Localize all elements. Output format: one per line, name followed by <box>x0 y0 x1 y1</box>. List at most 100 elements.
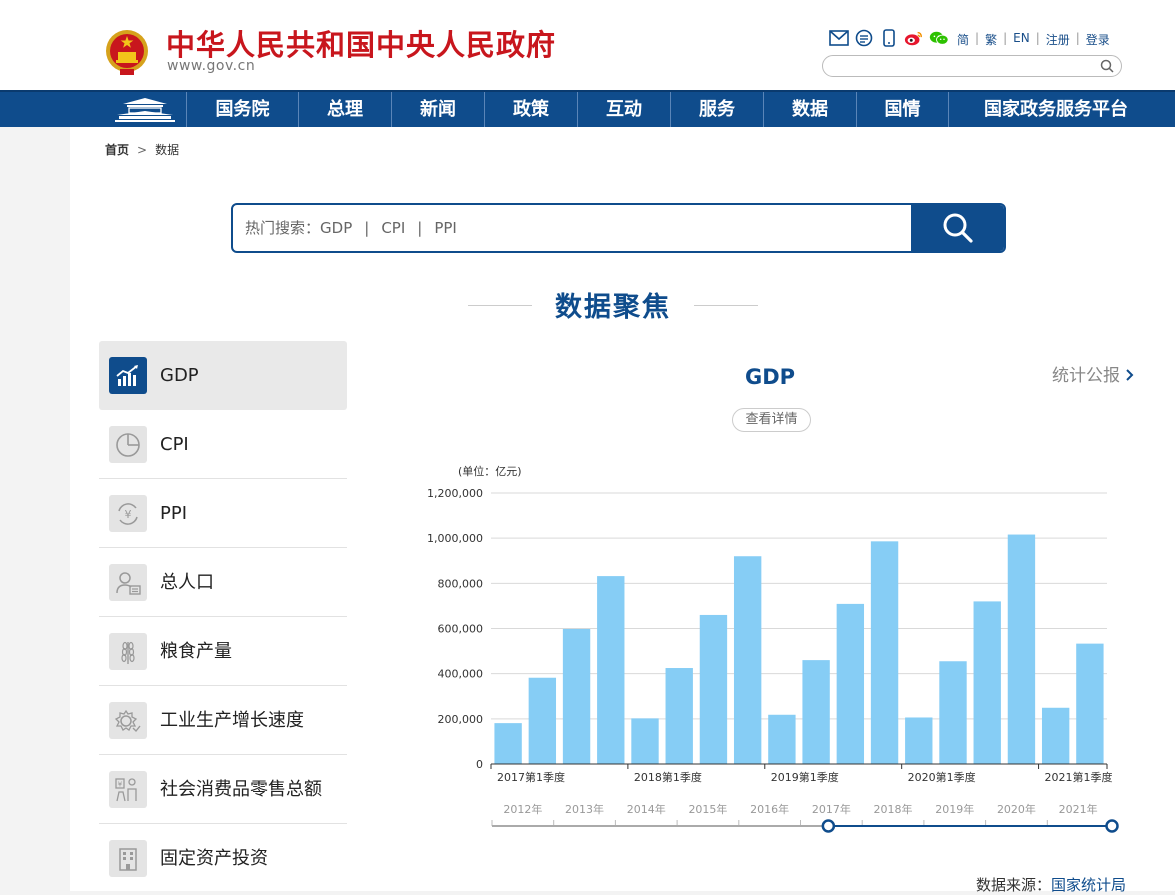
wechat-icon[interactable] <box>929 28 949 48</box>
pie-chart-icon <box>109 426 147 463</box>
bar[interactable] <box>528 677 557 764</box>
y-tick-label: 600,000 <box>438 623 484 636</box>
stats-link-label: 统计公报 <box>1052 366 1120 386</box>
x-axis: 2017第1季度 2018第1季度 2019第1季度 2020第1季度 2021第1季度 <box>490 763 1113 784</box>
search-icon[interactable] <box>1099 58 1115 74</box>
tiananmen-icon <box>115 97 175 122</box>
y-tick-label: 0 <box>476 758 483 771</box>
language-links: 简 | 繁 | EN | 注册 | 登录 <box>957 31 1110 48</box>
register-link[interactable]: 注册 <box>1046 31 1070 48</box>
slider-year-label: 2019年 <box>935 802 974 816</box>
slider-year-label: 2020年 <box>997 802 1036 816</box>
building-icon <box>109 840 147 877</box>
yuan-cycle-icon: ¥ <box>109 495 147 532</box>
menu-item-ppi[interactable]: ¥ PPI <box>99 479 347 548</box>
gdp-bar-chart: (单位：亿元) 0 200,000 400,000 600,000 800,000 1,0… <box>427 464 1119 833</box>
menu-item-label: GDP <box>160 365 199 386</box>
menu-item-label: CPI <box>160 434 189 455</box>
breadcrumb: 首页 > 数据 <box>105 141 179 158</box>
hot-keyword-gdp[interactable]: GDP <box>320 219 352 237</box>
slider-start-handle[interactable] <box>821 819 836 833</box>
bar[interactable] <box>836 603 865 764</box>
traditional-link[interactable]: 繁 <box>985 31 997 48</box>
menu-item-label: 粮食产量 <box>160 641 232 662</box>
statistical-bulletin-link[interactable]: 统计公报 <box>1052 361 1134 386</box>
nav-item-gov-service-platform[interactable]: 国家政务服务平台 <box>949 92 1163 127</box>
simplified-link[interactable]: 简 <box>957 31 969 48</box>
bar[interactable] <box>870 541 899 764</box>
slider-year-label: 2018年 <box>874 802 913 816</box>
menu-item-population[interactable]: 总人口 <box>99 548 347 617</box>
chart-unit-label: (单位：亿元) <box>458 464 522 478</box>
bar[interactable] <box>802 660 830 764</box>
menu-item-fixed-asset-investment[interactable]: 固定资产投资 <box>99 824 347 893</box>
menu-item-industrial-growth[interactable]: 工业生产增长速度 <box>99 686 347 755</box>
national-emblem-icon <box>106 30 148 75</box>
english-link[interactable]: EN <box>1013 31 1030 48</box>
slider-year-label: 2013年 <box>565 802 604 816</box>
mail-icon[interactable] <box>829 28 849 48</box>
data-search-box[interactable]: 热门搜索：GDP | CPI | PPI <box>231 203 1006 253</box>
y-tick-label: 200,000 <box>438 713 484 726</box>
source-link[interactable]: 国家统计局 <box>1051 876 1126 894</box>
bar[interactable] <box>494 723 522 764</box>
shopping-icon: ¥ <box>109 771 147 808</box>
x-tick-label: 2018第1季度 <box>634 770 702 784</box>
bar[interactable] <box>665 668 693 764</box>
nav-item-news[interactable]: 新闻 <box>392 92 484 127</box>
nav-home-logo[interactable] <box>104 92 186 127</box>
main-nav: 国务院 总理 新闻 政策 互动 服务 数据 国情 国家政务服务平台 <box>0 90 1175 127</box>
menu-item-cpi[interactable]: CPI <box>99 410 347 479</box>
bar[interactable] <box>562 628 591 764</box>
bar[interactable] <box>939 661 967 764</box>
hot-keyword-cpi[interactable]: CPI <box>381 219 405 237</box>
site-header: 中华人民共和国中央人民政府 www.gov.cn 简 | 繁 | EN | 注册 | 登… <box>0 0 1175 90</box>
mobile-icon[interactable] <box>879 28 899 48</box>
hot-keyword-separator: | <box>417 219 423 237</box>
bar[interactable] <box>699 614 728 764</box>
breadcrumb-home[interactable]: 首页 <box>105 141 129 158</box>
menu-item-grain-output[interactable]: 粮食产量 <box>99 617 347 686</box>
menu-item-retail-sales[interactable]: ¥ 社会消费品零售总额 <box>99 755 347 824</box>
view-details-button[interactable]: 查看详情 <box>732 408 811 432</box>
menu-item-label: 工业生产增长速度 <box>160 710 304 731</box>
menu-item-label: PPI <box>160 503 188 524</box>
nav-item-data[interactable]: 数据 <box>764 92 856 127</box>
bar[interactable] <box>973 601 1001 764</box>
slider-year-label: 2021年 <box>1059 802 1098 816</box>
hot-keyword-ppi[interactable]: PPI <box>434 219 457 237</box>
chart-title: GDP <box>744 365 796 389</box>
bar[interactable] <box>733 556 762 764</box>
message-icon[interactable] <box>854 28 874 48</box>
bar[interactable] <box>1007 534 1036 764</box>
nav-item-state-council[interactable]: 国务院 <box>187 92 298 127</box>
bar[interactable] <box>768 714 796 764</box>
header-search-input[interactable] <box>833 57 1103 77</box>
bar[interactable] <box>631 718 659 764</box>
svg-text:¥: ¥ <box>125 508 132 521</box>
y-tick-label: 1,200,000 <box>427 487 483 500</box>
x-tick-label: 2017第1季度 <box>497 770 565 784</box>
hot-keyword-separator: | <box>364 219 370 237</box>
chart-bars <box>494 534 1104 764</box>
section-title-wrap: 数据聚焦 <box>468 285 758 325</box>
weibo-icon[interactable] <box>904 28 924 48</box>
source-label: 数据来源： <box>976 876 1052 894</box>
login-link[interactable]: 登录 <box>1086 31 1110 48</box>
nav-item-interaction[interactable]: 互动 <box>578 92 670 127</box>
bar[interactable] <box>1041 707 1070 764</box>
nav-item-policy[interactable]: 政策 <box>485 92 577 127</box>
slider-end-handle[interactable] <box>1105 819 1119 833</box>
slider-year-label: 2017年 <box>812 802 851 816</box>
site-url[interactable]: www.gov.cn <box>167 58 255 74</box>
nav-item-national-info[interactable]: 国情 <box>857 92 948 127</box>
data-search-button[interactable] <box>911 205 1004 251</box>
bar[interactable] <box>597 576 625 764</box>
bar[interactable] <box>905 717 933 764</box>
nav-item-premier[interactable]: 总理 <box>299 92 391 127</box>
nav-item-services[interactable]: 服务 <box>671 92 763 127</box>
bar[interactable] <box>1076 643 1104 764</box>
menu-item-gdp[interactable]: GDP <box>99 341 347 410</box>
breadcrumb-current: 数据 <box>155 143 180 157</box>
range-slider[interactable]: 2012年 2013年 2014年 2015年 2016年 2017年 2018年 2019年… <box>491 802 1119 833</box>
